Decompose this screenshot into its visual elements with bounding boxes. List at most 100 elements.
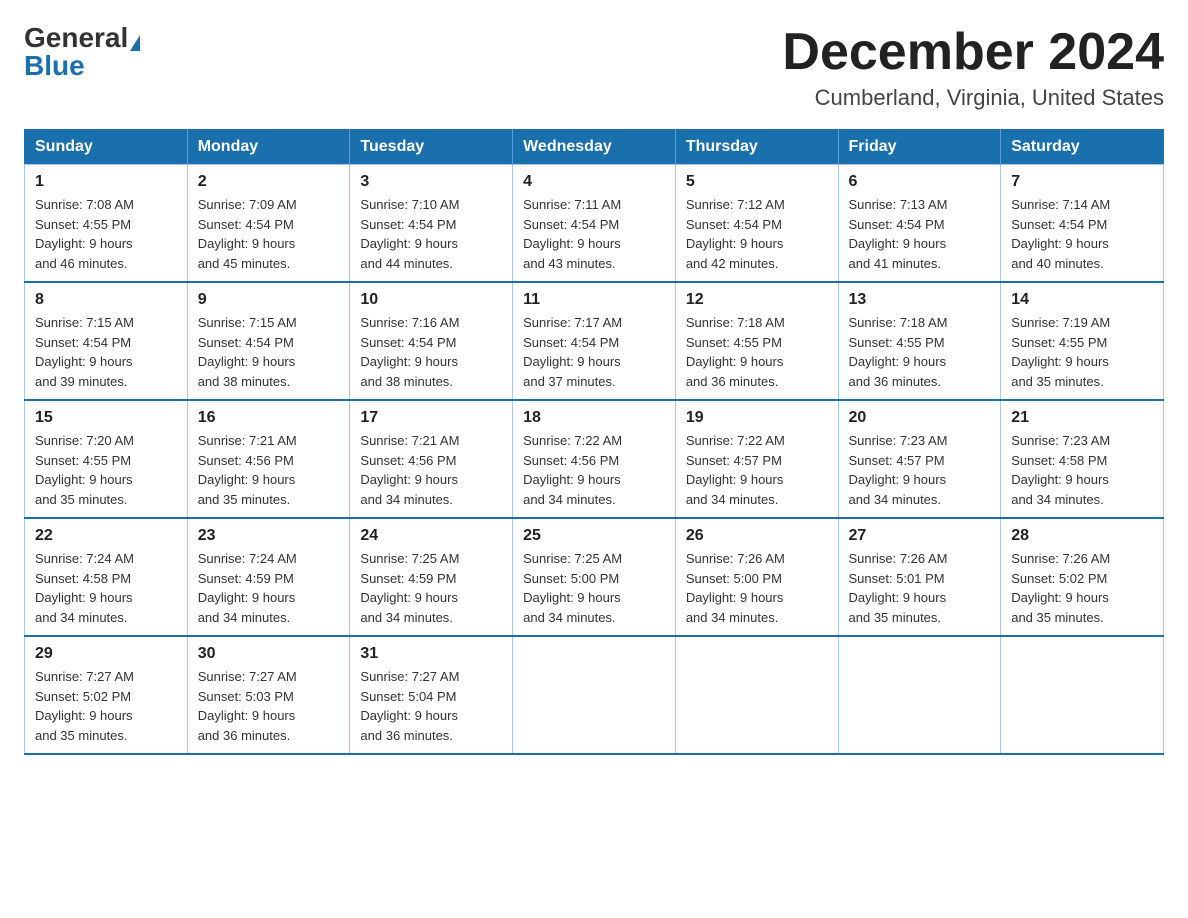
- day-number: 24: [360, 527, 502, 545]
- day-number: 30: [198, 645, 340, 663]
- day-info: Sunrise: 7:27 AM Sunset: 5:02 PM Dayligh…: [35, 667, 177, 745]
- calendar-day-cell: 5 Sunrise: 7:12 AM Sunset: 4:54 PM Dayli…: [675, 165, 838, 283]
- weekday-header-wednesday: Wednesday: [513, 130, 676, 165]
- calendar-day-cell: 11 Sunrise: 7:17 AM Sunset: 4:54 PM Dayl…: [513, 282, 676, 400]
- day-number: 18: [523, 409, 665, 427]
- calendar-day-cell: 12 Sunrise: 7:18 AM Sunset: 4:55 PM Dayl…: [675, 282, 838, 400]
- weekday-header-thursday: Thursday: [675, 130, 838, 165]
- calendar-day-cell: 18 Sunrise: 7:22 AM Sunset: 4:56 PM Dayl…: [513, 400, 676, 518]
- day-info: Sunrise: 7:24 AM Sunset: 4:58 PM Dayligh…: [35, 549, 177, 627]
- weekday-header-sunday: Sunday: [25, 130, 188, 165]
- calendar-day-cell: 23 Sunrise: 7:24 AM Sunset: 4:59 PM Dayl…: [187, 518, 350, 636]
- day-number: 13: [849, 291, 991, 309]
- calendar-day-cell: [838, 636, 1001, 754]
- calendar-day-cell: 31 Sunrise: 7:27 AM Sunset: 5:04 PM Dayl…: [350, 636, 513, 754]
- weekday-header-saturday: Saturday: [1001, 130, 1164, 165]
- day-info: Sunrise: 7:23 AM Sunset: 4:57 PM Dayligh…: [849, 431, 991, 509]
- day-number: 15: [35, 409, 177, 427]
- calendar-header: SundayMondayTuesdayWednesdayThursdayFrid…: [25, 130, 1164, 165]
- weekday-header-tuesday: Tuesday: [350, 130, 513, 165]
- logo: General Blue: [24, 24, 140, 80]
- calendar-day-cell: 10 Sunrise: 7:16 AM Sunset: 4:54 PM Dayl…: [350, 282, 513, 400]
- calendar-table: SundayMondayTuesdayWednesdayThursdayFrid…: [24, 129, 1164, 755]
- day-number: 31: [360, 645, 502, 663]
- calendar-day-cell: 4 Sunrise: 7:11 AM Sunset: 4:54 PM Dayli…: [513, 165, 676, 283]
- calendar-day-cell: 17 Sunrise: 7:21 AM Sunset: 4:56 PM Dayl…: [350, 400, 513, 518]
- day-info: Sunrise: 7:18 AM Sunset: 4:55 PM Dayligh…: [849, 313, 991, 391]
- calendar-day-cell: 28 Sunrise: 7:26 AM Sunset: 5:02 PM Dayl…: [1001, 518, 1164, 636]
- calendar-week-row: 8 Sunrise: 7:15 AM Sunset: 4:54 PM Dayli…: [25, 282, 1164, 400]
- weekday-header-monday: Monday: [187, 130, 350, 165]
- day-number: 7: [1011, 173, 1153, 191]
- calendar-week-row: 22 Sunrise: 7:24 AM Sunset: 4:58 PM Dayl…: [25, 518, 1164, 636]
- day-info: Sunrise: 7:21 AM Sunset: 4:56 PM Dayligh…: [360, 431, 502, 509]
- calendar-day-cell: [1001, 636, 1164, 754]
- day-info: Sunrise: 7:20 AM Sunset: 4:55 PM Dayligh…: [35, 431, 177, 509]
- day-number: 2: [198, 173, 340, 191]
- day-info: Sunrise: 7:18 AM Sunset: 4:55 PM Dayligh…: [686, 313, 828, 391]
- day-info: Sunrise: 7:19 AM Sunset: 4:55 PM Dayligh…: [1011, 313, 1153, 391]
- day-number: 28: [1011, 527, 1153, 545]
- day-info: Sunrise: 7:25 AM Sunset: 5:00 PM Dayligh…: [523, 549, 665, 627]
- day-info: Sunrise: 7:17 AM Sunset: 4:54 PM Dayligh…: [523, 313, 665, 391]
- logo-general-text: General: [24, 22, 128, 53]
- day-number: 12: [686, 291, 828, 309]
- day-number: 3: [360, 173, 502, 191]
- day-info: Sunrise: 7:16 AM Sunset: 4:54 PM Dayligh…: [360, 313, 502, 391]
- title-block: December 2024 Cumberland, Virginia, Unit…: [782, 24, 1164, 111]
- weekday-header-row: SundayMondayTuesdayWednesdayThursdayFrid…: [25, 130, 1164, 165]
- day-info: Sunrise: 7:27 AM Sunset: 5:03 PM Dayligh…: [198, 667, 340, 745]
- logo-bottom-line: Blue: [24, 52, 85, 80]
- calendar-week-row: 29 Sunrise: 7:27 AM Sunset: 5:02 PM Dayl…: [25, 636, 1164, 754]
- day-info: Sunrise: 7:12 AM Sunset: 4:54 PM Dayligh…: [686, 195, 828, 273]
- day-number: 5: [686, 173, 828, 191]
- day-info: Sunrise: 7:23 AM Sunset: 4:58 PM Dayligh…: [1011, 431, 1153, 509]
- calendar-day-cell: 8 Sunrise: 7:15 AM Sunset: 4:54 PM Dayli…: [25, 282, 188, 400]
- day-number: 8: [35, 291, 177, 309]
- calendar-day-cell: 1 Sunrise: 7:08 AM Sunset: 4:55 PM Dayli…: [25, 165, 188, 283]
- calendar-day-cell: 16 Sunrise: 7:21 AM Sunset: 4:56 PM Dayl…: [187, 400, 350, 518]
- calendar-day-cell: 20 Sunrise: 7:23 AM Sunset: 4:57 PM Dayl…: [838, 400, 1001, 518]
- day-info: Sunrise: 7:14 AM Sunset: 4:54 PM Dayligh…: [1011, 195, 1153, 273]
- calendar-day-cell: 26 Sunrise: 7:26 AM Sunset: 5:00 PM Dayl…: [675, 518, 838, 636]
- calendar-day-cell: 27 Sunrise: 7:26 AM Sunset: 5:01 PM Dayl…: [838, 518, 1001, 636]
- day-number: 16: [198, 409, 340, 427]
- page-header: General Blue December 2024 Cumberland, V…: [24, 24, 1164, 111]
- calendar-day-cell: 15 Sunrise: 7:20 AM Sunset: 4:55 PM Dayl…: [25, 400, 188, 518]
- day-number: 9: [198, 291, 340, 309]
- day-info: Sunrise: 7:22 AM Sunset: 4:56 PM Dayligh…: [523, 431, 665, 509]
- calendar-day-cell: 6 Sunrise: 7:13 AM Sunset: 4:54 PM Dayli…: [838, 165, 1001, 283]
- day-info: Sunrise: 7:11 AM Sunset: 4:54 PM Dayligh…: [523, 195, 665, 273]
- day-info: Sunrise: 7:15 AM Sunset: 4:54 PM Dayligh…: [35, 313, 177, 391]
- day-info: Sunrise: 7:13 AM Sunset: 4:54 PM Dayligh…: [849, 195, 991, 273]
- day-number: 25: [523, 527, 665, 545]
- day-number: 27: [849, 527, 991, 545]
- day-info: Sunrise: 7:26 AM Sunset: 5:02 PM Dayligh…: [1011, 549, 1153, 627]
- day-number: 20: [849, 409, 991, 427]
- calendar-day-cell: 3 Sunrise: 7:10 AM Sunset: 4:54 PM Dayli…: [350, 165, 513, 283]
- day-number: 14: [1011, 291, 1153, 309]
- day-info: Sunrise: 7:26 AM Sunset: 5:00 PM Dayligh…: [686, 549, 828, 627]
- calendar-day-cell: 29 Sunrise: 7:27 AM Sunset: 5:02 PM Dayl…: [25, 636, 188, 754]
- day-info: Sunrise: 7:22 AM Sunset: 4:57 PM Dayligh…: [686, 431, 828, 509]
- day-number: 11: [523, 291, 665, 309]
- calendar-day-cell: 22 Sunrise: 7:24 AM Sunset: 4:58 PM Dayl…: [25, 518, 188, 636]
- calendar-day-cell: 2 Sunrise: 7:09 AM Sunset: 4:54 PM Dayli…: [187, 165, 350, 283]
- calendar-title: December 2024: [782, 24, 1164, 81]
- day-number: 29: [35, 645, 177, 663]
- calendar-day-cell: 19 Sunrise: 7:22 AM Sunset: 4:57 PM Dayl…: [675, 400, 838, 518]
- calendar-day-cell: 24 Sunrise: 7:25 AM Sunset: 4:59 PM Dayl…: [350, 518, 513, 636]
- calendar-day-cell: 25 Sunrise: 7:25 AM Sunset: 5:00 PM Dayl…: [513, 518, 676, 636]
- day-number: 22: [35, 527, 177, 545]
- calendar-week-row: 15 Sunrise: 7:20 AM Sunset: 4:55 PM Dayl…: [25, 400, 1164, 518]
- calendar-day-cell: 13 Sunrise: 7:18 AM Sunset: 4:55 PM Dayl…: [838, 282, 1001, 400]
- day-info: Sunrise: 7:27 AM Sunset: 5:04 PM Dayligh…: [360, 667, 502, 745]
- calendar-day-cell: 9 Sunrise: 7:15 AM Sunset: 4:54 PM Dayli…: [187, 282, 350, 400]
- day-info: Sunrise: 7:26 AM Sunset: 5:01 PM Dayligh…: [849, 549, 991, 627]
- weekday-header-friday: Friday: [838, 130, 1001, 165]
- day-number: 17: [360, 409, 502, 427]
- calendar-day-cell: 30 Sunrise: 7:27 AM Sunset: 5:03 PM Dayl…: [187, 636, 350, 754]
- calendar-day-cell: 7 Sunrise: 7:14 AM Sunset: 4:54 PM Dayli…: [1001, 165, 1164, 283]
- day-info: Sunrise: 7:10 AM Sunset: 4:54 PM Dayligh…: [360, 195, 502, 273]
- calendar-day-cell: 21 Sunrise: 7:23 AM Sunset: 4:58 PM Dayl…: [1001, 400, 1164, 518]
